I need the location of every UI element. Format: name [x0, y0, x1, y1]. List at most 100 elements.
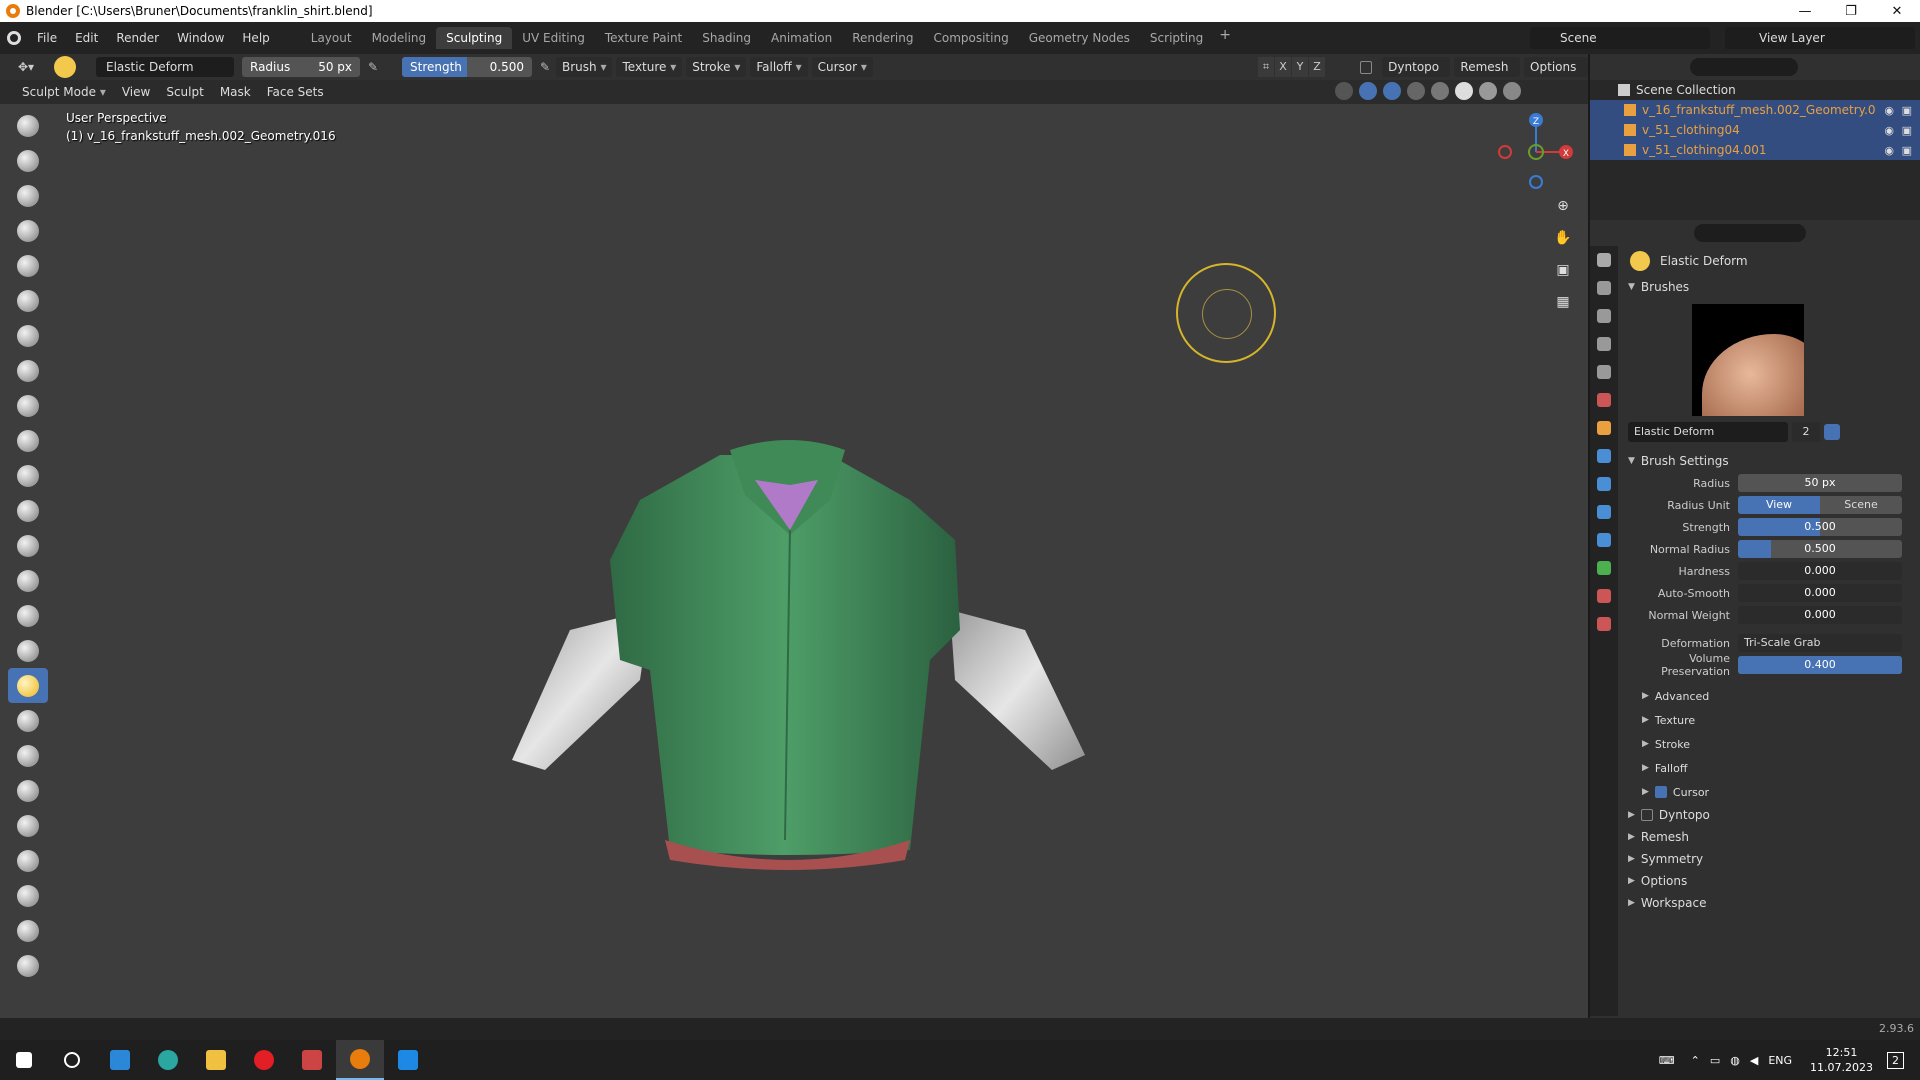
menu-file[interactable]: File: [28, 27, 66, 49]
app-button[interactable]: [288, 1040, 336, 1080]
tool-grab[interactable]: [8, 633, 48, 668]
stroke-subpanel[interactable]: ▶ Stroke: [1620, 732, 1920, 756]
add-workspace-icon[interactable]: +: [1213, 27, 1237, 49]
normal-weight-field[interactable]: 0.000: [1738, 606, 1902, 624]
start-button[interactable]: [0, 1040, 48, 1080]
search-button[interactable]: [48, 1040, 96, 1080]
visibility-eye-icon[interactable]: ◉: [1884, 124, 1894, 137]
close-button[interactable]: ✕: [1874, 0, 1920, 22]
editor-type-icon[interactable]: ✥▾: [6, 57, 46, 77]
tab-texture[interactable]: [1590, 610, 1618, 638]
menu-edit[interactable]: Edit: [66, 27, 107, 49]
explorer-button[interactable]: [192, 1040, 240, 1080]
tool-slide-relax[interactable]: [8, 878, 48, 913]
brushes-panel-header[interactable]: ▼ Brushes: [1620, 276, 1920, 298]
render-camera-icon[interactable]: ▣: [1902, 144, 1912, 157]
outliner-search-field[interactable]: [1690, 58, 1798, 76]
tab-constraints[interactable]: [1590, 526, 1618, 554]
texture-dropdown[interactable]: Texture: [616, 57, 683, 77]
tab-view-layer[interactable]: [1590, 330, 1618, 358]
tool-multiplane-scrape[interactable]: [8, 563, 48, 598]
tab-shading[interactable]: Shading: [692, 27, 761, 49]
tab-animation[interactable]: Animation: [761, 27, 842, 49]
tool-crease[interactable]: [8, 388, 48, 423]
rendered-shading-icon[interactable]: [1503, 82, 1521, 100]
visibility-icon[interactable]: [1335, 82, 1353, 100]
gizmo-toggle-icon[interactable]: [1359, 82, 1377, 100]
tab-tool[interactable]: [1590, 246, 1618, 274]
cursor-dropdown[interactable]: Cursor: [811, 57, 873, 77]
tab-geometry-nodes[interactable]: Geometry Nodes: [1019, 27, 1140, 49]
cursor-subpanel[interactable]: ▶ Cursor: [1620, 780, 1920, 804]
symmetry-y-toggle[interactable]: Y: [1292, 57, 1308, 77]
deformation-dropdown[interactable]: Tri-Scale Grab: [1738, 634, 1902, 652]
properties-search-field[interactable]: [1694, 224, 1806, 242]
keyboard-icon[interactable]: ⌨: [1659, 1054, 1675, 1067]
tab-data[interactable]: [1590, 554, 1618, 582]
brush-users-count[interactable]: 2: [1792, 422, 1820, 442]
remesh-panel[interactable]: ▶ Remesh: [1620, 826, 1920, 848]
strength-prop-field[interactable]: 0.500: [1738, 518, 1902, 536]
tool-boundary[interactable]: [8, 913, 48, 948]
blender-menu-icon[interactable]: [0, 31, 28, 45]
render-camera-icon[interactable]: ▣: [1902, 124, 1912, 137]
brush-preview-thumbnail[interactable]: [1692, 304, 1804, 416]
tool-scrape[interactable]: [8, 528, 48, 563]
brush-name-field[interactable]: Elastic Deform: [96, 57, 234, 77]
tool-draw[interactable]: [8, 108, 48, 143]
gizmo-neg-x-axis[interactable]: [1498, 145, 1512, 159]
tab-scene[interactable]: [1590, 358, 1618, 386]
brush-settings-panel-header[interactable]: ▼ Brush Settings: [1620, 450, 1920, 472]
remesh-dropdown[interactable]: Remesh: [1454, 57, 1521, 77]
visibility-eye-icon[interactable]: ◉: [1884, 104, 1894, 117]
menu-render[interactable]: Render: [107, 27, 168, 49]
radius-field[interactable]: Radius 50 px: [242, 57, 360, 77]
menu-view[interactable]: View: [114, 85, 158, 99]
battery-icon[interactable]: ▭: [1710, 1054, 1720, 1067]
normal-radius-field[interactable]: 0.500: [1738, 540, 1902, 558]
overlay-toggle-icon[interactable]: [1383, 82, 1401, 100]
workspace-panel[interactable]: ▶ Workspace: [1620, 892, 1920, 914]
clock[interactable]: 12:51 11.07.2023: [1810, 1045, 1873, 1075]
tab-modeling[interactable]: Modeling: [362, 27, 437, 49]
mode-dropdown[interactable]: Sculpt Mode: [14, 82, 114, 102]
tab-particles[interactable]: [1590, 470, 1618, 498]
brush-name-input[interactable]: Elastic Deform: [1628, 422, 1788, 442]
menu-help[interactable]: Help: [233, 27, 278, 49]
tool-draw-sharp[interactable]: [8, 143, 48, 178]
advanced-subpanel[interactable]: ▶ Advanced: [1620, 684, 1920, 708]
menu-face-sets[interactable]: Face Sets: [259, 85, 332, 99]
tab-scripting[interactable]: Scripting: [1140, 27, 1213, 49]
tool-smooth[interactable]: [8, 423, 48, 458]
scene-collection-row[interactable]: Scene Collection: [1590, 80, 1920, 100]
menu-window[interactable]: Window: [168, 27, 233, 49]
zoom-icon[interactable]: ⊕: [1552, 195, 1574, 217]
language-indicator[interactable]: ENG: [1768, 1054, 1792, 1067]
options-dropdown[interactable]: Options: [1524, 57, 1588, 77]
tool-flatten[interactable]: [8, 458, 48, 493]
tab-modifiers[interactable]: [1590, 442, 1618, 470]
show-hidden-icon[interactable]: ⌃: [1691, 1054, 1700, 1067]
shirt-mesh[interactable]: [500, 440, 1100, 890]
tool-blob[interactable]: [8, 353, 48, 388]
tab-layout[interactable]: Layout: [301, 27, 362, 49]
render-camera-icon[interactable]: ▣: [1902, 104, 1912, 117]
tool-cloth[interactable]: [8, 948, 48, 983]
tool-elastic-deform[interactable]: [8, 668, 48, 703]
tool-nudge[interactable]: [8, 808, 48, 843]
symmetry-z-toggle[interactable]: Z: [1309, 57, 1325, 77]
tab-sculpting[interactable]: Sculpting: [436, 27, 513, 49]
xray-icon[interactable]: [1407, 82, 1425, 100]
tab-physics[interactable]: [1590, 498, 1618, 526]
notifications-badge[interactable]: 2: [1887, 1051, 1904, 1069]
falloff-subpanel[interactable]: ▶ Falloff: [1620, 756, 1920, 780]
ortho-grid-icon[interactable]: ▦: [1552, 291, 1574, 313]
tool-rotate[interactable]: [8, 843, 48, 878]
fake-user-shield-icon[interactable]: [1824, 424, 1840, 440]
tool-snake-hook[interactable]: [8, 703, 48, 738]
volume-preservation-field[interactable]: 0.400: [1738, 656, 1902, 674]
tool-thumb[interactable]: [8, 738, 48, 773]
symmetry-x-toggle[interactable]: X: [1275, 57, 1291, 77]
strength-field[interactable]: Strength 0.500: [402, 57, 532, 77]
radius-unit-view[interactable]: View: [1738, 496, 1820, 514]
